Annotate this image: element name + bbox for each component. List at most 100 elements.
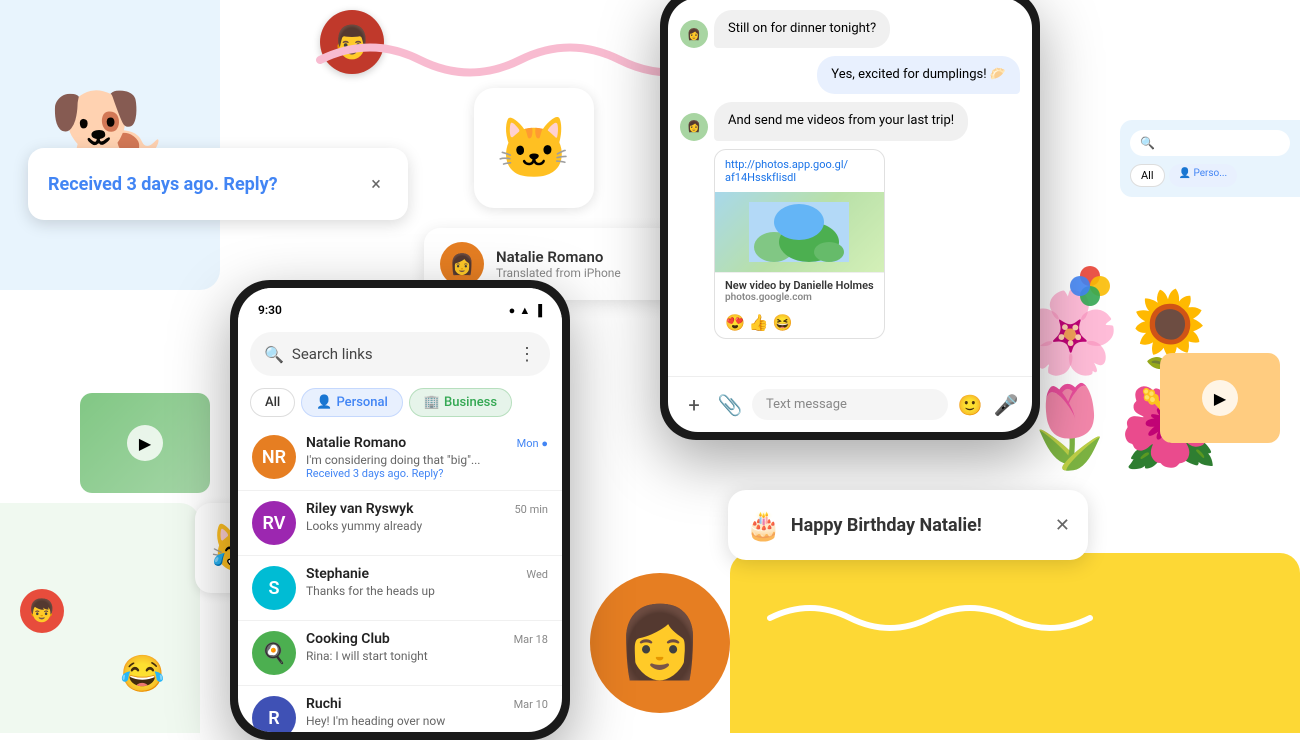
chat-input-field[interactable]: Text message xyxy=(752,389,948,420)
birthday-card[interactable]: 🎂 Happy Birthday Natalie! ✕ xyxy=(728,490,1088,560)
chat-row-received2: 👩 And send me videos from your last trip… xyxy=(680,102,1020,140)
msg-content: Ruchi Mar 10 Hey! I'm heading over now xyxy=(306,696,548,728)
msg-content: Cooking Club Mar 18 Rina: I will start t… xyxy=(306,631,548,663)
chat-row-sent: Yes, excited for dumplings! 🥟 xyxy=(680,56,1020,94)
msg-time: Mar 18 xyxy=(514,633,548,646)
link-title: New video by Danielle Holmes photos.goog… xyxy=(715,272,884,309)
chat-avatar-sm2: 👩 xyxy=(680,113,708,141)
tab-all-label: All xyxy=(265,395,280,410)
smart-reply[interactable]: Received 3 days ago. Reply? xyxy=(306,467,548,480)
yellow-bg xyxy=(730,553,1300,733)
personal-icon: 👤 xyxy=(316,395,332,410)
battery-icon: ▐ xyxy=(534,304,542,317)
message-item[interactable]: R Ruchi Mar 10 Hey! I'm heading over now xyxy=(238,686,562,732)
msg-preview: Looks yummy already xyxy=(306,519,548,533)
sf-person-tab[interactable]: 👤 Perso... xyxy=(1169,164,1238,187)
msg-avatar: S xyxy=(252,566,296,610)
msg-header: Riley van Ryswyk 50 min xyxy=(306,501,548,517)
emoji-icon[interactable]: 🙂 xyxy=(956,393,984,417)
search-text: Search links xyxy=(292,345,510,363)
signal-icon: ▲ xyxy=(519,304,530,317)
more-icon[interactable]: ⋮ xyxy=(518,344,536,365)
input-placeholder: Text message xyxy=(766,397,847,412)
squiggle-bottom xyxy=(760,593,1100,643)
birthday-close-icon[interactable]: ✕ xyxy=(1055,515,1070,536)
msg-avatar: NR xyxy=(252,435,296,479)
msg-name: Cooking Club xyxy=(306,631,390,647)
tab-personal[interactable]: 👤 Personal xyxy=(301,388,403,417)
msg-name: Stephanie xyxy=(306,566,369,582)
msg-time: Mon ● xyxy=(517,437,548,450)
video-thumbnail[interactable]: ▶ xyxy=(80,393,210,493)
msg-name: Natalie Romano xyxy=(306,435,406,451)
msg-header: Natalie Romano Mon ● xyxy=(306,435,548,451)
search-ui-bar[interactable]: 🔍 xyxy=(1130,130,1290,156)
status-time: 9:30 xyxy=(258,303,282,317)
add-icon[interactable]: + xyxy=(680,393,708,417)
tab-all[interactable]: All xyxy=(250,388,295,417)
msg-preview: Rina: I will start tonight xyxy=(306,649,548,663)
msg-time: 50 min xyxy=(515,503,549,516)
link-card[interactable]: http://photos.app.goo.gl/af14HsskfIisdl … xyxy=(714,149,885,339)
message-item[interactable]: NR Natalie Romano Mon ● I'm considering … xyxy=(238,425,562,491)
play-btn-right[interactable]: ▶ xyxy=(1202,380,1238,416)
cat-card: 🐱 xyxy=(474,88,594,208)
msg-preview: I'm considering doing that "big"... xyxy=(306,453,548,467)
msg-time: Mar 10 xyxy=(514,698,548,711)
chat-messages: 👩 Still on for dinner tonight? Yes, exci… xyxy=(668,0,1032,376)
bg-top-left: 🐕 xyxy=(0,0,220,290)
reactions-row: 😍 👍 😆 xyxy=(715,309,884,338)
message-list: NR Natalie Romano Mon ● I'm considering … xyxy=(238,425,562,732)
link-preview-image xyxy=(715,192,884,272)
message-item[interactable]: 🍳 Cooking Club Mar 18 Rina: I will start… xyxy=(238,621,562,686)
sf-all-tab[interactable]: All xyxy=(1130,164,1165,187)
filter-tabs: All 👤 Personal 🏢 Business xyxy=(238,384,562,425)
chat-phone: 👩 Still on for dinner tonight? Yes, exci… xyxy=(660,0,1040,440)
birthday-text: Happy Birthday Natalie! xyxy=(791,515,1045,536)
msg-avatar: 🍳 xyxy=(252,631,296,675)
mic-icon[interactable]: 🎤 xyxy=(992,393,1020,417)
message-item[interactable]: S Stephanie Wed Thanks for the heads up xyxy=(238,556,562,621)
msg-header: Ruchi Mar 10 xyxy=(306,696,548,712)
phone-screen: 9:30 ● ▲ ▐ 🔍 Search links ⋮ All 👤 Person… xyxy=(238,288,562,732)
message-item[interactable]: RV Riley van Ryswyk 50 min Looks yummy a… xyxy=(238,491,562,556)
bottom-large-avatar: 👩 xyxy=(590,573,730,713)
tab-personal-label: Personal xyxy=(336,395,387,410)
chat-row-received: 👩 Still on for dinner tonight? xyxy=(680,10,1020,48)
google-photos-icon xyxy=(1068,264,1112,317)
msg-content: Riley van Ryswyk 50 min Looks yummy alre… xyxy=(306,501,548,533)
search-filter-row: All 👤 Perso... xyxy=(1130,164,1290,187)
video-thumb-right[interactable]: ▶ xyxy=(1160,353,1280,443)
play-button[interactable]: ▶ xyxy=(127,425,163,461)
attach-icon[interactable]: 📎 xyxy=(716,393,744,417)
chat-input-bar: + 📎 Text message 🙂 🎤 xyxy=(668,376,1032,432)
chat-bubble-received2: And send me videos from your last trip! xyxy=(714,102,968,140)
msg-time: Wed xyxy=(526,568,548,581)
search-bar[interactable]: 🔍 Search links ⋮ xyxy=(250,332,550,376)
chat-avatar-sm: 👩 xyxy=(680,20,708,48)
contact-info: Natalie Romano Translated from iPhone xyxy=(496,248,666,280)
small-red-avatar: 👦 xyxy=(20,589,64,633)
link-url: http://photos.app.goo.gl/af14HsskfIisdl xyxy=(715,150,884,192)
video-thumb-inner: ▶ xyxy=(80,393,210,493)
tab-business[interactable]: 🏢 Business xyxy=(409,388,512,417)
search-ui-right: 🔍 All 👤 Perso... xyxy=(1120,120,1300,197)
dog-illustration: 🐕 xyxy=(10,10,210,280)
close-icon[interactable]: × xyxy=(364,172,388,196)
chat-bubble-received: Still on for dinner tonight? xyxy=(714,10,890,48)
contact-name: Natalie Romano xyxy=(496,248,666,266)
msg-name: Riley van Ryswyk xyxy=(306,501,414,517)
tab-business-label: Business xyxy=(444,395,497,410)
contact-subtitle: Translated from iPhone xyxy=(496,266,666,280)
msg-header: Cooking Club Mar 18 xyxy=(306,631,548,647)
msg-content: Natalie Romano Mon ● I'm considering doi… xyxy=(306,435,548,480)
link-domain: photos.google.com xyxy=(725,292,874,303)
notification-text: Received 3 days ago. Reply? xyxy=(48,174,278,195)
msg-avatar: R xyxy=(252,696,296,732)
business-icon: 🏢 xyxy=(424,395,440,410)
msg-preview: Thanks for the heads up xyxy=(306,584,548,598)
status-icons: ● ▲ ▐ xyxy=(509,304,542,317)
chat-screen: 👩 Still on for dinner tonight? Yes, exci… xyxy=(668,0,1032,432)
wifi-icon: ● xyxy=(509,304,516,317)
msg-header: Stephanie Wed xyxy=(306,566,548,582)
